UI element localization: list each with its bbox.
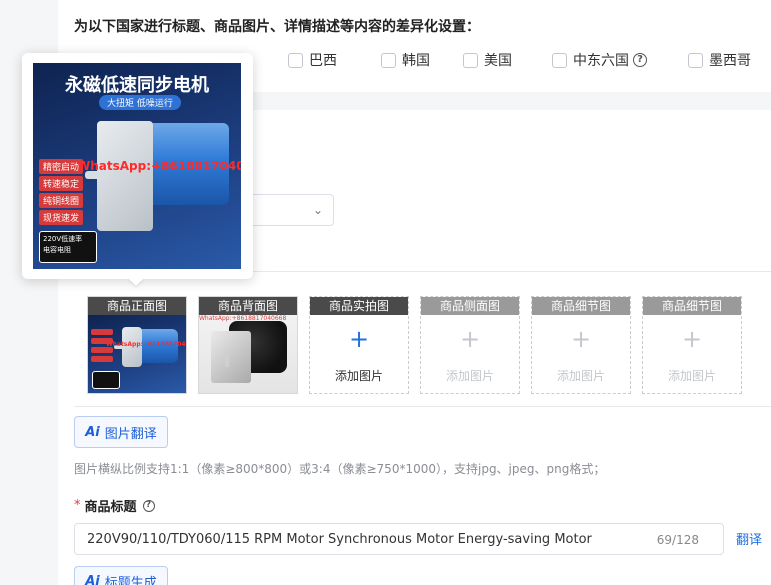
feature-tag: 现货速发 bbox=[39, 210, 84, 225]
plus-icon: + bbox=[570, 325, 592, 353]
slot-back-thumbnail: WhatsApp:+8618817040668 bbox=[199, 315, 297, 393]
checkbox[interactable] bbox=[463, 52, 478, 68]
plus-icon: + bbox=[681, 325, 703, 353]
checkbox[interactable] bbox=[688, 52, 703, 68]
product-title-input[interactable]: 220V90/110/TDY060/115 RPM Motor Synchron… bbox=[74, 523, 724, 555]
country-option-middle-east[interactable]: 中东六国 ? bbox=[552, 50, 647, 70]
plus-icon: + bbox=[348, 325, 370, 353]
slot-label: 商品细节图 bbox=[643, 297, 741, 315]
product-title-label-text: 商品标题 bbox=[84, 500, 137, 515]
add-image-text: 添加图片 bbox=[334, 369, 383, 383]
country-label: 巴西 bbox=[309, 53, 337, 69]
feature-tag: 转速稳定 bbox=[39, 176, 84, 191]
add-image-text: 添加图片 bbox=[667, 369, 716, 383]
add-image-text: 添加图片 bbox=[556, 369, 605, 383]
country-label: 韩国 bbox=[402, 53, 430, 69]
feature-tag bbox=[91, 356, 113, 362]
watermark-text: WhatsApp:+8618817040668 bbox=[77, 159, 241, 173]
capacitor-badge bbox=[92, 371, 120, 389]
preview-product-image: 永磁低速同步电机 大扭矩 低噪运行 精密启动 转速稳定 纯铜线圈 现货速发 Wh… bbox=[33, 63, 241, 269]
image-translate-button[interactable]: Ai 图片翻译 bbox=[74, 416, 168, 448]
country-label: 美国 bbox=[484, 53, 512, 69]
badge-line: 电容电阻 bbox=[43, 246, 71, 254]
title-translate-link[interactable]: 翻译 bbox=[736, 529, 762, 548]
slot-front-thumbnail: WhatsApp:+8618817040668 bbox=[88, 315, 186, 393]
product-title-label: * 商品标题 ? bbox=[74, 496, 155, 515]
country-option-mexico[interactable]: 墨西哥 bbox=[688, 50, 751, 70]
add-image-text: 添加图片 bbox=[445, 369, 494, 383]
capacitor-badge: 220V低速率 电容电阻 bbox=[39, 231, 97, 263]
feature-tag bbox=[91, 329, 113, 335]
slot-label: 商品背面图 bbox=[199, 297, 297, 315]
character-count: 69/128 bbox=[656, 533, 699, 547]
image-slot-detail-1[interactable]: 商品细节图 + 添加图片 bbox=[531, 296, 631, 394]
checkbox[interactable] bbox=[288, 52, 303, 68]
country-label: 墨西哥 bbox=[709, 53, 751, 69]
image-slot-front[interactable]: WhatsApp:+8618817040668 商品正面图 bbox=[87, 296, 187, 394]
image-slot-back[interactable]: WhatsApp:+8618817040668 商品背面图 bbox=[198, 296, 298, 394]
image-preview-popover: 永磁低速同步电机 大扭矩 低噪运行 精密启动 转速稳定 纯铜线圈 现货速发 Wh… bbox=[22, 53, 253, 279]
image-slot-side[interactable]: 商品侧面图 + 添加图片 bbox=[420, 296, 520, 394]
feature-tag: 纯铜线圈 bbox=[39, 193, 84, 208]
title-generate-label: 标题生成 bbox=[104, 575, 157, 585]
title-generate-button[interactable]: Ai 标题生成 bbox=[74, 566, 168, 585]
watermark-text: WhatsApp:+8618817040668 bbox=[106, 341, 186, 348]
chevron-down-icon: ⌄ bbox=[312, 203, 323, 217]
motor-shaft bbox=[225, 349, 229, 367]
popover-arrow bbox=[128, 278, 144, 286]
preview-subtitle: 大扭矩 低噪运行 bbox=[99, 95, 181, 110]
required-mark: * bbox=[74, 498, 81, 513]
checkbox[interactable] bbox=[552, 52, 567, 68]
checkbox[interactable] bbox=[381, 52, 396, 68]
country-option-brazil[interactable]: 巴西 bbox=[288, 50, 337, 70]
image-translate-label: 图片翻译 bbox=[104, 426, 157, 442]
country-label: 中东六国 bbox=[573, 53, 629, 69]
slot-label: 商品细节图 bbox=[532, 297, 630, 315]
motor-plate bbox=[211, 331, 251, 383]
plus-icon: + bbox=[459, 325, 481, 353]
badge-line: 220V低速率 bbox=[43, 235, 83, 243]
country-settings-heading: 为以下国家进行标题、商品图片、详情描述等内容的差异化设置： bbox=[74, 19, 480, 35]
ai-icon: Ai bbox=[85, 424, 100, 440]
product-title-value: 220V90/110/TDY060/115 RPM Motor Synchron… bbox=[87, 532, 592, 547]
ai-icon: Ai bbox=[85, 573, 100, 585]
country-option-korea[interactable]: 韩国 bbox=[381, 50, 430, 70]
help-icon[interactable]: ? bbox=[633, 53, 647, 67]
slot-label: 商品侧面图 bbox=[421, 297, 519, 315]
slot-label: 商品正面图 bbox=[88, 297, 186, 315]
image-slot-detail-2[interactable]: 商品细节图 + 添加图片 bbox=[642, 296, 742, 394]
preview-title: 永磁低速同步电机 bbox=[65, 75, 209, 96]
country-option-usa[interactable]: 美国 bbox=[463, 50, 512, 70]
help-icon[interactable]: ? bbox=[142, 499, 155, 512]
slot-label: 商品实拍图 bbox=[310, 297, 408, 315]
image-format-hint: 图片横纵比例支持1:1（像素≥800*800）或3:4（像素≥750*1000）… bbox=[74, 462, 606, 476]
image-slot-real-shot[interactable]: 商品实拍图 + 添加图片 bbox=[309, 296, 409, 394]
